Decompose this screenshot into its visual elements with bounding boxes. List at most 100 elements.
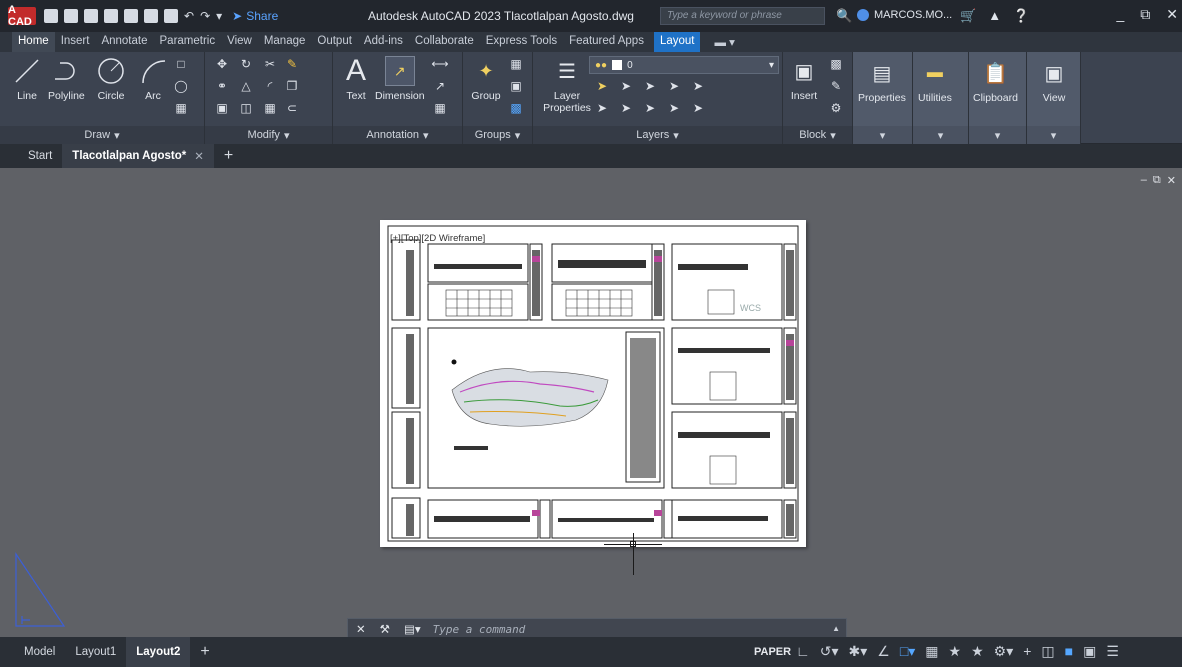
autodesk-app-icon[interactable]: ▲ — [988, 8, 1001, 24]
paper-sheet[interactable]: [+][Top][2D Wireframe] WCS — [380, 220, 806, 547]
draw-panel-footer[interactable]: Draw ▾ — [0, 126, 204, 144]
wcs-label[interactable]: WCS — [740, 303, 761, 313]
restore-button[interactable]: ⧉ — [1140, 6, 1150, 23]
new-file-icon[interactable] — [44, 9, 58, 23]
open-web-icon[interactable] — [124, 9, 138, 23]
trim-icon[interactable]: ✂ — [261, 56, 279, 72]
fillet-icon[interactable]: ◜ — [261, 78, 279, 94]
ungroup-icon[interactable]: ▦ — [507, 56, 525, 72]
mirror-icon[interactable]: △ — [237, 78, 255, 94]
plot-icon[interactable] — [164, 9, 178, 23]
drawing-canvas[interactable]: – ⧉ ✕ [+][Top][2D Wireframe] WCS ✕ ⚒ ▤▾ … — [0, 168, 1182, 640]
tab-layout1[interactable]: Layout1 — [65, 637, 126, 667]
polyline-button[interactable]: Polyline — [48, 56, 85, 102]
command-input[interactable]: Type a command — [433, 623, 526, 636]
tab-add-ins[interactable]: Add-ins — [358, 32, 409, 52]
text-button[interactable]: A Text — [341, 54, 371, 102]
circle-button[interactable]: Circle — [96, 56, 126, 102]
view-panel-footer[interactable]: ▾ — [1027, 126, 1080, 144]
new-tab-button[interactable]: + — [214, 144, 243, 168]
annotation-panel-footer[interactable]: Annotation ▾ — [333, 126, 462, 144]
layer-tool-icon[interactable]: ➤ — [665, 100, 683, 116]
paper-space-toggle[interactable]: PAPER — [754, 646, 791, 658]
layer-tool-icon[interactable]: ➤ — [665, 78, 683, 94]
share-button[interactable]: ➤ Share — [232, 9, 278, 23]
move-icon[interactable]: ✥ — [213, 56, 231, 72]
tab-annotate[interactable]: Annotate — [95, 32, 153, 52]
layers-panel-footer[interactable]: Layers ▾ — [533, 126, 782, 144]
minimize-button[interactable]: _ — [1116, 6, 1124, 23]
table-icon[interactable]: ▦ — [431, 100, 449, 116]
undo-icon[interactable]: ↶ — [184, 9, 194, 23]
tab-manage[interactable]: Manage — [258, 32, 312, 52]
tab-start[interactable]: Start — [0, 144, 62, 168]
search-icon[interactable]: 🔍 — [836, 8, 852, 24]
search-input[interactable]: Type a keyword or phrase — [660, 7, 825, 25]
tab-express-tools[interactable]: Express Tools — [480, 32, 563, 52]
clipboard-panel-footer[interactable]: ▾ — [969, 126, 1026, 144]
save-as-icon[interactable] — [104, 9, 118, 23]
erase-icon[interactable]: ✎ — [283, 56, 301, 72]
group-edit-icon[interactable]: ▣ — [507, 78, 525, 94]
layer-dropdown[interactable]: ●● 0 ▾ — [589, 56, 779, 74]
close-tab-icon[interactable]: ✕ — [194, 149, 204, 163]
group-button[interactable]: ✦ Group — [471, 56, 501, 103]
tab-view[interactable]: View — [221, 32, 258, 52]
explode-icon[interactable]: ❐ — [283, 78, 301, 94]
object-snap-tracking-icon[interactable]: ∠ — [877, 643, 890, 660]
workspace-gear-icon[interactable]: ⚙▾ — [994, 643, 1014, 660]
offset-icon[interactable]: ⊂ — [283, 100, 301, 116]
layer-tool-icon[interactable]: ➤ — [593, 100, 611, 116]
utilities-panel-footer[interactable]: ▾ — [913, 126, 968, 144]
viewport-label[interactable]: [+][Top][2D Wireframe] — [390, 233, 485, 244]
modify-panel-footer[interactable]: Modify ▾ — [205, 126, 332, 144]
dimension-button[interactable]: ↗ Dimension — [375, 56, 425, 102]
arc-button[interactable]: Arc — [138, 56, 168, 102]
tab-home[interactable]: Home — [12, 32, 55, 52]
tab-layout2[interactable]: Layout2 — [126, 637, 191, 667]
layer-tool-icon[interactable]: ➤ — [617, 100, 635, 116]
redo-icon[interactable]: ↷ — [200, 9, 210, 23]
isodraft-icon[interactable]: ✱▾ — [848, 643, 867, 660]
tab-output[interactable]: Output — [311, 32, 358, 52]
annotation-visibility-icon[interactable]: ★ — [949, 643, 962, 660]
isolate-icon[interactable]: ◫ — [1041, 643, 1054, 660]
copy-icon[interactable]: ⚭ — [213, 78, 231, 94]
snap-icon[interactable]: ∟ — [796, 643, 810, 660]
chevron-up-icon[interactable]: ▲ — [832, 624, 840, 633]
close-button[interactable]: ✕ — [1166, 6, 1178, 23]
layer-tool-icon[interactable]: ➤ — [617, 78, 635, 94]
ribbon-options-icon[interactable]: ▬ ▾ — [708, 32, 740, 52]
block-panel-footer[interactable]: Block ▾ — [783, 126, 852, 144]
autocad-logo[interactable]: A CAD — [8, 4, 36, 28]
line-button[interactable]: Line — [12, 56, 42, 102]
save-icon[interactable] — [84, 9, 98, 23]
viewport-minimize-button[interactable]: – — [1141, 174, 1147, 187]
clipboard-button[interactable]: 📋 Clipboard — [973, 58, 1018, 105]
layer-tool-icon[interactable]: ➤ — [641, 100, 659, 116]
selection-cycling-icon[interactable]: ▦ — [925, 643, 938, 660]
polar-icon[interactable]: ↺▾ — [820, 643, 839, 660]
viewport-close-button[interactable]: ✕ — [1167, 174, 1176, 187]
view-button[interactable]: ▣ View — [1039, 58, 1069, 105]
customize-qat-icon[interactable]: ▾ — [216, 9, 222, 23]
layer-tool-icon[interactable]: ➤ — [641, 78, 659, 94]
scale-icon[interactable]: ◫ — [237, 100, 255, 116]
group-select-icon[interactable]: ▩ — [507, 100, 525, 116]
help-icon[interactable]: ❔ — [1013, 8, 1029, 24]
properties-button[interactable]: ▤ Properties — [858, 58, 906, 105]
create-block-icon[interactable]: ▩ — [827, 56, 845, 72]
hatch-icon[interactable]: ▦ — [172, 100, 190, 116]
tab-insert[interactable]: Insert — [55, 32, 96, 52]
plus-icon[interactable]: + — [1023, 643, 1031, 660]
properties-panel-footer[interactable]: ▾ — [853, 126, 912, 144]
rectangle-icon[interactable]: □ — [172, 56, 190, 72]
customize-command-icon[interactable]: ⚒ — [380, 622, 390, 636]
utilities-button[interactable]: ▬ Utilities — [918, 58, 952, 104]
close-command-icon[interactable]: ✕ — [356, 622, 366, 636]
save-web-icon[interactable] — [144, 9, 158, 23]
customization-menu-icon[interactable]: ☰ — [1106, 643, 1119, 660]
clean-screen-icon[interactable]: ▣ — [1083, 643, 1096, 660]
layer-tool-icon[interactable]: ➤ — [689, 100, 707, 116]
annotation-scale-icon[interactable]: ★ — [971, 643, 984, 660]
